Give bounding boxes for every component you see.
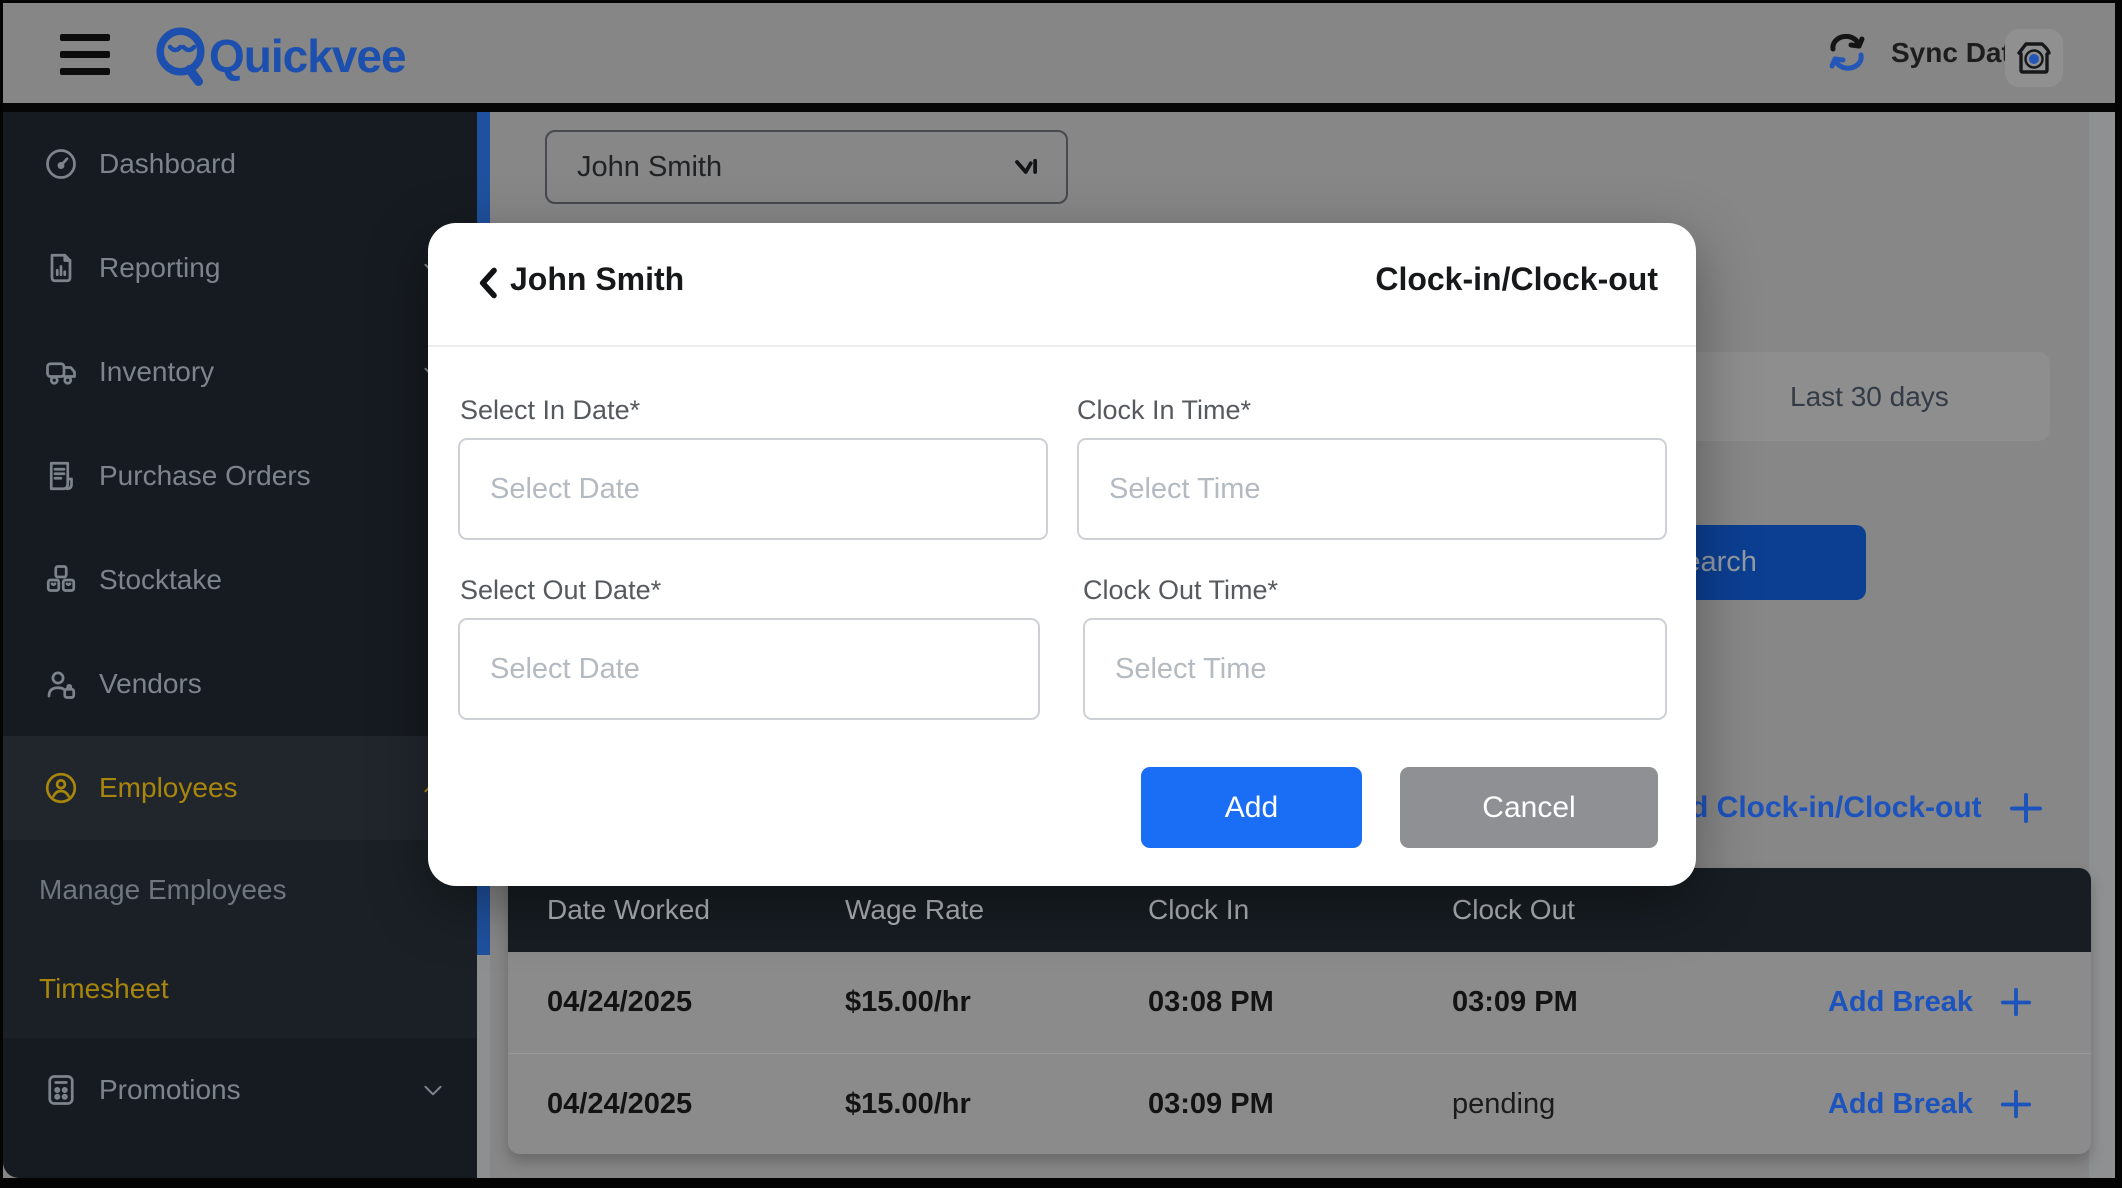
cell-clock-out: 03:09 PM	[1452, 952, 1578, 1053]
sidebar-item-label: Employees	[99, 772, 238, 804]
chevron-down-icon	[420, 1077, 446, 1103]
select-in-date-input[interactable]	[458, 438, 1048, 540]
cell-clock-out: pending	[1452, 1054, 1555, 1154]
sidebar-item-reporting[interactable]: Reporting	[3, 216, 480, 320]
purchase-orders-icon	[43, 458, 79, 494]
sidebar-item-label: Reporting	[99, 252, 220, 284]
top-bar: Quickvee Sync Data	[3, 3, 2115, 103]
cancel-button[interactable]: Cancel	[1400, 767, 1658, 848]
screen-edge	[0, 0, 2122, 3]
sidebar-item-label: Inventory	[99, 356, 214, 388]
store-account-button[interactable]	[2005, 29, 2063, 87]
sidebar-item-employees[interactable]: Employees	[3, 736, 480, 840]
sidebar-item-dashboard[interactable]: Dashboard	[3, 112, 480, 216]
cell-date-worked: 04/24/2025	[547, 1054, 692, 1154]
header-divider	[0, 103, 2122, 112]
clock-in-out-modal: John Smith Clock-in/Clock-out Select In …	[428, 223, 1696, 886]
tab-last-30-days[interactable]: Last 30 days	[1790, 352, 1949, 441]
add-clock-in-out-link[interactable]: Add Clock-in/Clock-out	[1650, 781, 2044, 835]
add-break-link[interactable]: Add Break	[1828, 952, 2035, 1053]
plus-icon	[2008, 790, 2044, 826]
back-chevron-icon[interactable]	[474, 263, 508, 305]
sidebar-nav: Dashboard Reporting Inventory Purchase Orde…	[3, 112, 480, 1178]
app-screen: Quickvee Sync Data	[0, 0, 2122, 1188]
sidebar-item-inventory[interactable]: Inventory	[3, 320, 480, 424]
stocktake-icon	[43, 562, 79, 598]
cell-date-worked: 04/24/2025	[547, 952, 692, 1053]
cell-wage-rate: $15.00/hr	[845, 952, 971, 1053]
table-row: 04/24/2025 $15.00/hr 03:08 PM 03:09 PM Add B…	[508, 952, 2091, 1054]
sidebar-item-label: Dashboard	[99, 148, 236, 180]
employee-select-value: John Smith	[577, 151, 722, 184]
quickvee-logo-icon	[149, 23, 215, 89]
dropdown-arrow-icon	[1012, 152, 1042, 182]
store-icon	[2013, 37, 2055, 79]
employees-submenu: Manage Employees Timesheet	[3, 840, 480, 1038]
add-break-label: Add Break	[1828, 986, 1973, 1019]
select-out-date-input[interactable]	[458, 618, 1040, 720]
employees-icon	[43, 770, 79, 806]
clock-out-time-input[interactable]	[1083, 618, 1667, 720]
inventory-icon	[43, 354, 79, 390]
timesheet-table: Date WorkedWage RateClock InClock Out 04…	[508, 868, 2091, 1154]
sidebar-subitem-manage-employees[interactable]: Manage Employees	[3, 840, 480, 939]
modal-title: John Smith	[510, 261, 684, 298]
cell-clock-in: 03:08 PM	[1148, 952, 1274, 1053]
tab-last-30-days-label: Last 30 days	[1790, 381, 1949, 413]
add-break-link[interactable]: Add Break	[1828, 1054, 2035, 1154]
table-row: 04/24/2025 $15.00/hr 03:09 PM pending Add Br…	[508, 1054, 2091, 1154]
sidebar-item-stocktake[interactable]: Stocktake	[3, 528, 480, 632]
sync-icon	[1825, 33, 1869, 73]
modal-header: John Smith Clock-in/Clock-out	[428, 223, 1696, 347]
clock-in-time-label: Clock In Time*	[1077, 395, 1251, 426]
vendors-icon	[43, 666, 79, 702]
modal-subtitle: Clock-in/Clock-out	[1375, 261, 1658, 298]
plus-icon	[1999, 985, 2035, 1021]
screen-edge	[2115, 0, 2122, 1188]
quickvee-logo[interactable]: Quickvee	[149, 23, 406, 89]
page-scrollbar-track[interactable]	[2089, 112, 2115, 1178]
add-break-label: Add Break	[1828, 1088, 1973, 1121]
reporting-icon	[43, 250, 79, 286]
sidebar-subitem-label: Manage Employees	[39, 874, 286, 906]
plus-icon	[1999, 1087, 2035, 1123]
dashboard-icon	[43, 146, 79, 182]
sidebar-item-purchase-orders[interactable]: Purchase Orders	[3, 424, 480, 528]
sidebar-item-promotions[interactable]: Promotions	[3, 1038, 480, 1142]
clock-in-time-input[interactable]	[1077, 438, 1667, 540]
sidebar-item-vendors[interactable]: Vendors	[3, 632, 480, 736]
select-in-date-label: Select In Date*	[460, 395, 640, 426]
sidebar-item-label: Promotions	[99, 1074, 241, 1106]
sidebar-item-label: Vendors	[99, 668, 202, 700]
sidebar-subitem-label: Timesheet	[39, 973, 169, 1005]
sidebar-subitem-timesheet[interactable]: Timesheet	[3, 939, 480, 1038]
add-button[interactable]: Add	[1141, 767, 1362, 848]
sidebar-item-label: Stocktake	[99, 564, 222, 596]
hamburger-menu-icon[interactable]	[60, 34, 110, 76]
sync-data-button[interactable]: Sync Data	[1825, 33, 2026, 73]
promotions-icon	[43, 1072, 79, 1108]
cell-wage-rate: $15.00/hr	[845, 1054, 971, 1154]
select-out-date-label: Select Out Date*	[460, 575, 661, 606]
sidebar-item-label: Purchase Orders	[99, 460, 311, 492]
quickvee-logo-text: Quickvee	[209, 29, 406, 83]
cell-clock-in: 03:09 PM	[1148, 1054, 1274, 1154]
screen-edge	[0, 0, 3, 1188]
screen-edge	[0, 1178, 2122, 1188]
employee-select-dropdown[interactable]: John Smith	[545, 130, 1068, 204]
add-clock-in-out-label: Add Clock-in/Clock-out	[1650, 791, 1982, 825]
clock-out-time-label: Clock Out Time*	[1083, 575, 1278, 606]
